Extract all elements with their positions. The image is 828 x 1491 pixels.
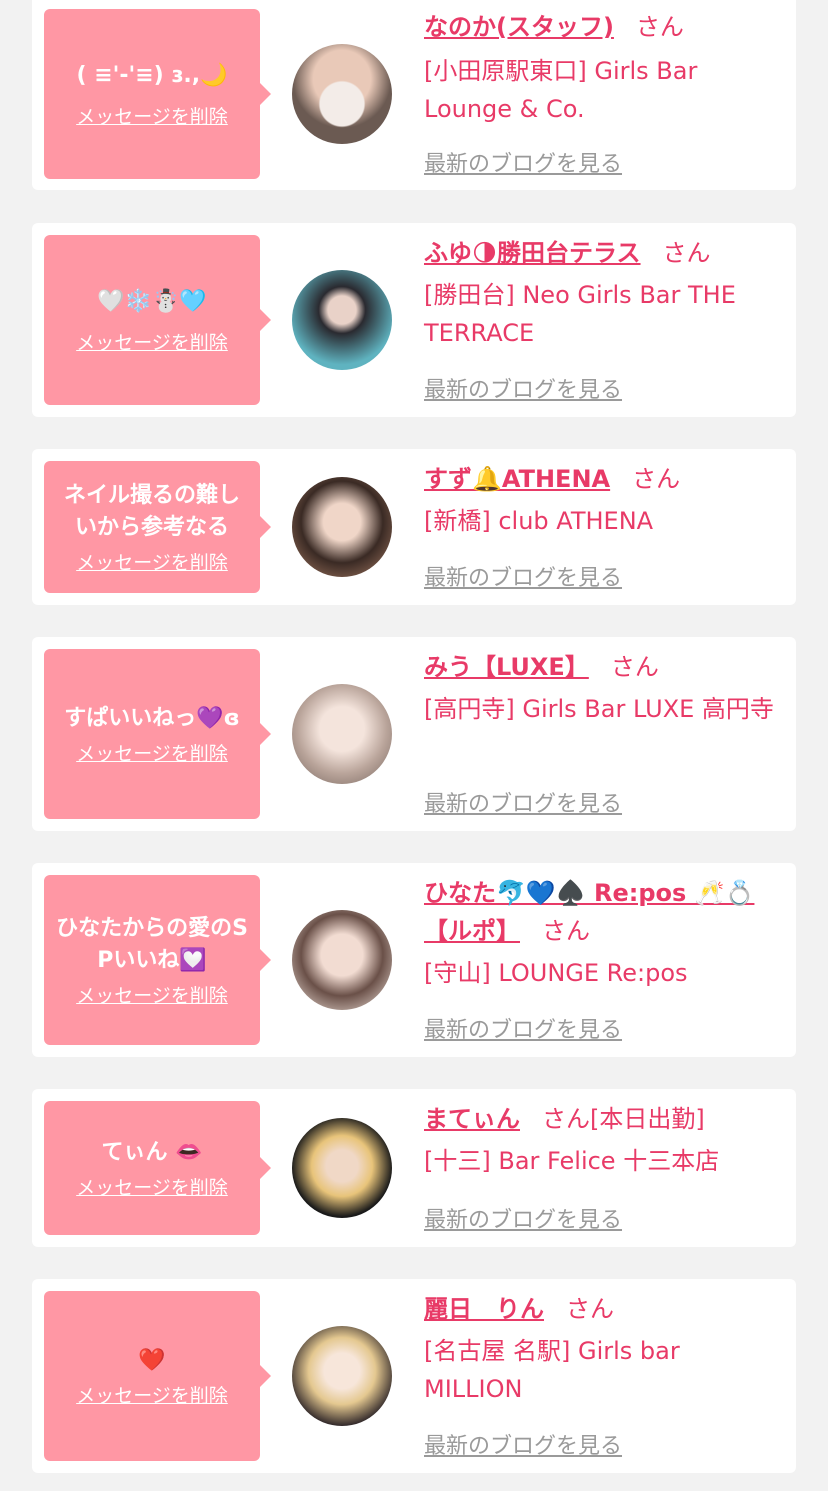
- avatar[interactable]: [292, 910, 392, 1010]
- message-bubble: ❤️ メッセージを削除: [44, 1291, 271, 1461]
- message-bubble: ネイル撮るの難しいから参考なる メッセージを削除: [44, 461, 271, 593]
- list-item: 🤍❄️☃️🩵 メッセージを削除 ふゆ🌗勝田台テラス さん [勝田台] Neo Gi…: [32, 223, 796, 417]
- latest-blog-link[interactable]: 最新のブログを見る: [424, 1012, 622, 1044]
- message-bubble: ひなたからの愛のSPいいね💟 メッセージを削除: [44, 875, 271, 1045]
- girl-name-link[interactable]: 麗日 りん: [424, 1295, 544, 1323]
- girl-name-link[interactable]: ふゆ🌗勝田台テラス: [424, 239, 641, 267]
- message-bubble: てぃん 👄 メッセージを削除: [44, 1101, 271, 1235]
- delete-message-link[interactable]: メッセージを削除: [76, 739, 228, 766]
- avatar[interactable]: [292, 1118, 392, 1218]
- shop-name: [勝田台] Neo Girls Bar THE TERRACE: [424, 281, 736, 347]
- latest-blog-link[interactable]: 最新のブログを見る: [424, 560, 622, 592]
- list-item: てぃん 👄 メッセージを削除 まてぃん さん[本日出勤] [十三] Bar Fel…: [32, 1089, 796, 1247]
- list-item: すぱいいねっ💜ɞ メッセージを削除 みう【LUXE】 さん [高円寺] Girls…: [32, 637, 796, 831]
- honorific: さん: [542, 917, 590, 945]
- shop-name: [十三] Bar Felice 十三本店: [424, 1147, 720, 1175]
- delete-message-link[interactable]: メッセージを削除: [76, 981, 228, 1008]
- shop-name: [守山] LOUNGE Re:pos: [424, 959, 688, 987]
- delete-message-link[interactable]: メッセージを削除: [76, 102, 228, 129]
- message-text: すぱいいねっ💜ɞ: [64, 705, 240, 731]
- shop-name: [小田原駅東口] Girls Bar Lounge & Co.: [424, 57, 698, 123]
- shop-name: [名古屋 名駅] Girls bar MILLION: [424, 1337, 680, 1403]
- latest-blog-link[interactable]: 最新のブログを見る: [424, 372, 622, 404]
- girl-name-link[interactable]: なのか(スタッフ): [424, 13, 614, 41]
- message-text: 🤍❄️☃️🩵: [97, 288, 207, 314]
- honorific: さん: [566, 1295, 614, 1323]
- message-text: てぃん 👄: [101, 1139, 203, 1165]
- avatar[interactable]: [292, 684, 392, 784]
- honorific: さん: [635, 13, 684, 41]
- latest-blog-link[interactable]: 最新のブログを見る: [424, 786, 622, 818]
- delete-message-link[interactable]: メッセージを削除: [76, 328, 228, 355]
- honorific: さん: [632, 465, 681, 493]
- avatar[interactable]: [292, 270, 392, 370]
- honorific: さん: [542, 1105, 590, 1133]
- latest-blog-link[interactable]: 最新のブログを見る: [424, 1428, 622, 1460]
- delete-message-link[interactable]: メッセージを削除: [76, 1173, 228, 1200]
- list-item: ❤️ メッセージを削除 麗日 りん さん [名古屋 名駅] Girls bar M…: [32, 1279, 796, 1473]
- latest-blog-link[interactable]: 最新のブログを見る: [424, 1202, 622, 1234]
- latest-blog-link[interactable]: 最新のブログを見る: [424, 146, 622, 178]
- girl-name-link[interactable]: まてぃん: [424, 1105, 520, 1133]
- honorific: さん: [610, 653, 659, 681]
- girl-name-link[interactable]: すず🔔ATHENA: [424, 465, 610, 493]
- message-bubble: 🤍❄️☃️🩵 メッセージを削除: [44, 235, 271, 405]
- message-bubble: すぱいいねっ💜ɞ メッセージを削除: [44, 649, 271, 819]
- message-text: ネイル撮るの難しいから参考なる: [63, 482, 240, 540]
- delete-message-link[interactable]: メッセージを削除: [76, 1381, 228, 1408]
- favorites-list: ( ≡'-'≡) ɜ.,🌙 メッセージを削除 なのか(スタッフ) さん [小田原駅…: [0, 0, 828, 1491]
- message-text: ❤️: [138, 1347, 166, 1373]
- girl-name-link[interactable]: みう【LUXE】: [424, 653, 589, 681]
- avatar[interactable]: [292, 44, 392, 144]
- honorific: さん: [662, 239, 711, 267]
- shop-name: [新橋] club ATHENA: [424, 507, 654, 535]
- list-item: ネイル撮るの難しいから参考なる メッセージを削除 すず🔔ATHENA さん [新橋…: [32, 449, 796, 605]
- message-text: ひなたからの愛のSPいいね💟: [56, 915, 248, 973]
- list-item: ひなたからの愛のSPいいね💟 メッセージを削除 ひなた🐬💙♠️ Re:pos 🥂…: [32, 863, 796, 1057]
- avatar[interactable]: [292, 477, 392, 577]
- attendance-badge: [本日出勤]: [590, 1105, 705, 1133]
- avatar[interactable]: [292, 1326, 392, 1426]
- shop-name: [高円寺] Girls Bar LUXE 高円寺: [424, 695, 774, 723]
- message-bubble: ( ≡'-'≡) ɜ.,🌙 メッセージを削除: [44, 9, 271, 179]
- message-text: ( ≡'-'≡) ɜ.,🌙: [76, 62, 228, 88]
- delete-message-link[interactable]: メッセージを削除: [76, 548, 228, 575]
- list-item: ( ≡'-'≡) ɜ.,🌙 メッセージを削除 なのか(スタッフ) さん [小田原駅…: [32, 0, 796, 190]
